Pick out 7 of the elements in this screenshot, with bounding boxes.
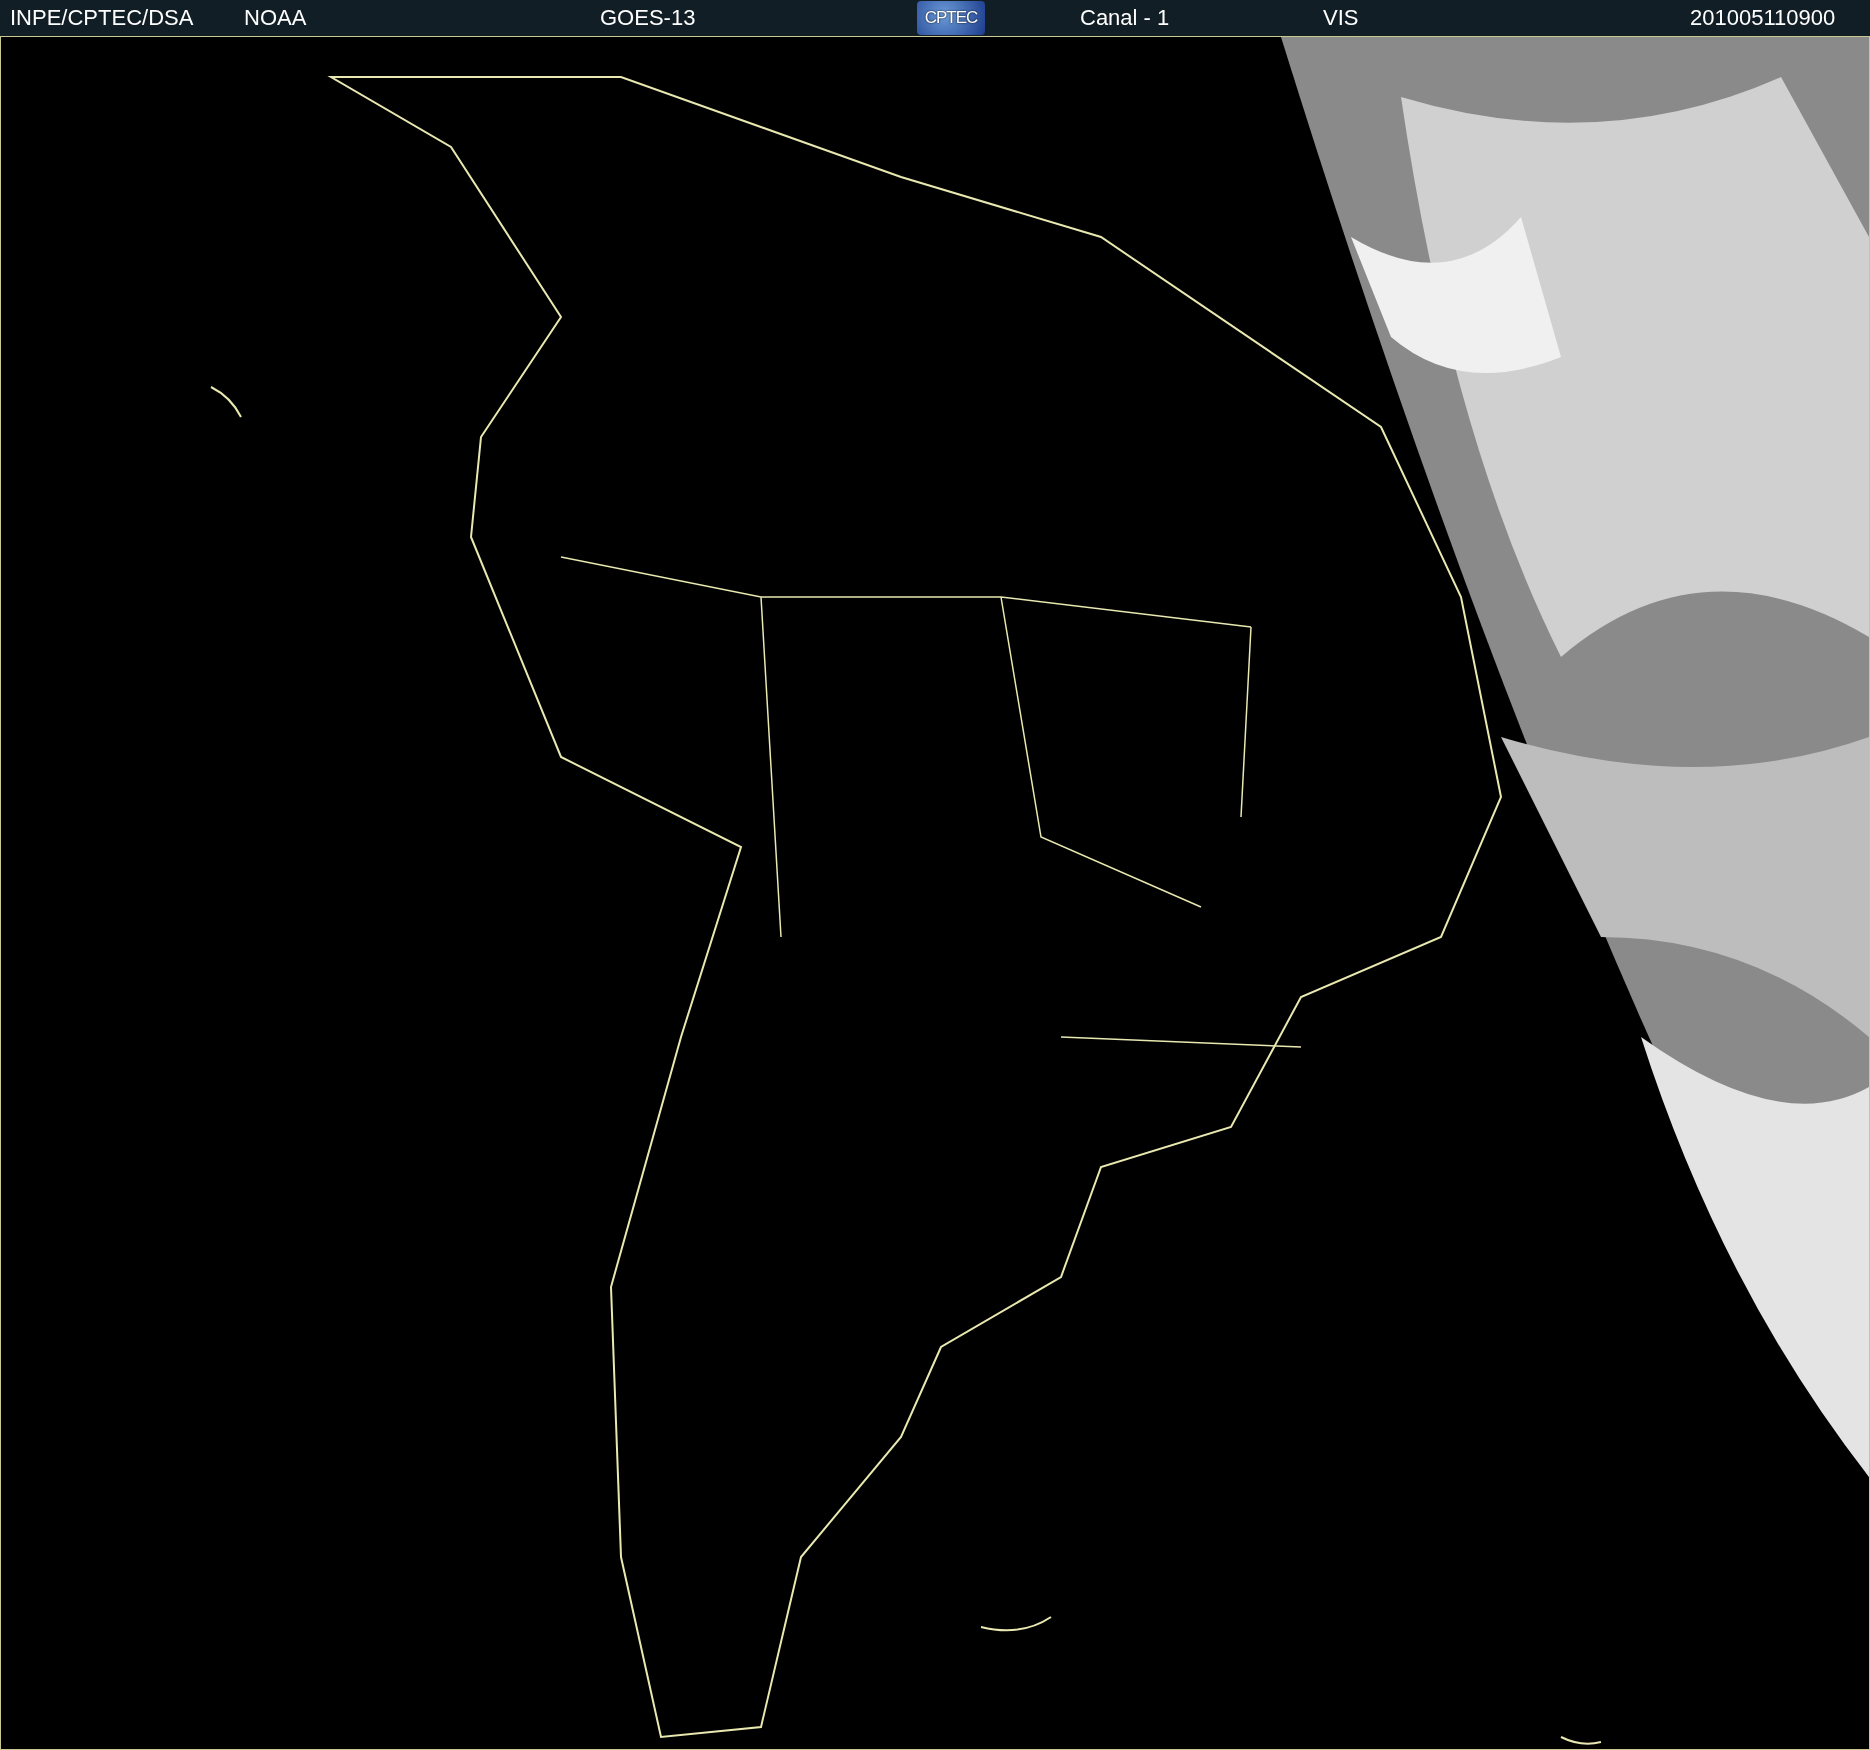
header-label: VIS (1323, 4, 1360, 32)
header-label: GOES-13 (600, 4, 697, 32)
header-label: NOAA (244, 4, 308, 32)
logo: CPTEC (917, 1, 985, 35)
header-label: Canal - 1 (1080, 4, 1171, 32)
header-label: 201005110900 (1690, 4, 1836, 32)
header-label: INPE/CPTEC/DSA (10, 4, 195, 32)
